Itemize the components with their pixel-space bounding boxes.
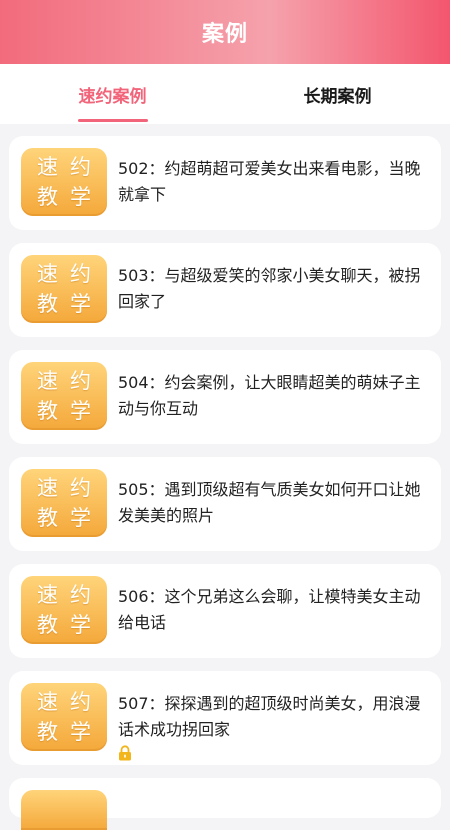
quick-date-teaching-badge: 速约 教学: [21, 576, 107, 644]
badge-line-2: 教学: [37, 506, 103, 530]
badge-line-2: 教学: [37, 613, 103, 637]
badge-line-2: 教学: [37, 720, 103, 744]
badge-line-1: 速约: [37, 155, 103, 179]
badge-line-1: 速约: [37, 583, 103, 607]
case-card-body: 504：约会案例，让大眼睛超美的萌妹子主动与你互动: [118, 362, 427, 422]
tab-quick-cases[interactable]: 速约案例: [0, 64, 225, 124]
tab-quick-cases-label: 速约案例: [78, 86, 147, 107]
quick-date-teaching-badge: 速约 教学: [21, 255, 107, 323]
badge-line-2: 教学: [37, 399, 103, 423]
badge-line-1: 速约: [37, 476, 103, 500]
case-title: 502：约超萌超可爱美女出来看电影，当晚就拿下: [118, 159, 421, 204]
case-card[interactable]: 速约 教学 504：约会案例，让大眼睛超美的萌妹子主动与你互动: [9, 350, 441, 444]
case-title: 507：探探遇到的超顶级时尚美女，用浪漫话术成功拐回家: [118, 694, 421, 739]
case-card-body: 506：这个兄弟这么会聊，让模特美女主动给电话: [118, 576, 427, 636]
badge-line-1: 速约: [37, 690, 103, 714]
tab-long-term-cases-label: 长期案例: [303, 86, 372, 107]
case-title: 506：这个兄弟这么会聊，让模特美女主动给电话: [118, 587, 421, 632]
quick-date-teaching-badge: 速约 教学: [21, 683, 107, 751]
case-title: 505：遇到顶级超有气质美女如何开口让她发美美的照片: [118, 480, 421, 525]
badge-line-2: 教学: [37, 185, 103, 209]
page-title: 案例: [201, 22, 248, 47]
case-list: 速约 教学 502：约超萌超可爱美女出来看电影，当晚就拿下 速约 教学 503：…: [0, 124, 450, 830]
case-card[interactable]: 速约 教学 507：探探遇到的超顶级时尚美女，用浪漫话术成功拐回家: [9, 671, 441, 765]
quick-date-teaching-badge: 速约 教学: [21, 362, 107, 430]
quick-date-teaching-badge: 速约 教学: [21, 148, 107, 216]
tab-bar: 速约案例 长期案例: [0, 64, 450, 124]
quick-date-teaching-badge: 速约 教学: [21, 469, 107, 537]
badge-line-1: 速约: [37, 262, 103, 286]
badge-line-2: 教学: [37, 292, 103, 316]
case-card-body: 502：约超萌超可爱美女出来看电影，当晚就拿下: [118, 148, 427, 208]
case-card[interactable]: 速约 教学 505：遇到顶级超有气质美女如何开口让她发美美的照片: [9, 457, 441, 551]
case-card-body: 503：与超级爱笑的邻家小美女聊天，被拐回家了: [118, 255, 427, 315]
case-card[interactable]: 速约 教学 503：与超级爱笑的邻家小美女聊天，被拐回家了: [9, 243, 441, 337]
case-title: 504：约会案例，让大眼睛超美的萌妹子主动与你互动: [118, 373, 421, 418]
app-header: 案例: [0, 0, 450, 64]
tab-long-term-cases[interactable]: 长期案例: [225, 64, 450, 124]
case-card[interactable]: 速约 教学 502：约超萌超可爱美女出来看电影，当晚就拿下: [9, 136, 441, 230]
case-card-body: 505：遇到顶级超有气质美女如何开口让她发美美的照片: [118, 469, 427, 529]
case-card-body: 507：探探遇到的超顶级时尚美女，用浪漫话术成功拐回家: [118, 683, 427, 765]
badge-line-1: 速约: [37, 369, 103, 393]
lock-icon: [118, 745, 132, 765]
case-card[interactable]: [9, 778, 441, 830]
case-card[interactable]: 速约 教学 506：这个兄弟这么会聊，让模特美女主动给电话: [9, 564, 441, 658]
case-title: 503：与超级爱笑的邻家小美女聊天，被拐回家了: [118, 266, 421, 311]
quick-date-teaching-badge: [21, 790, 107, 830]
